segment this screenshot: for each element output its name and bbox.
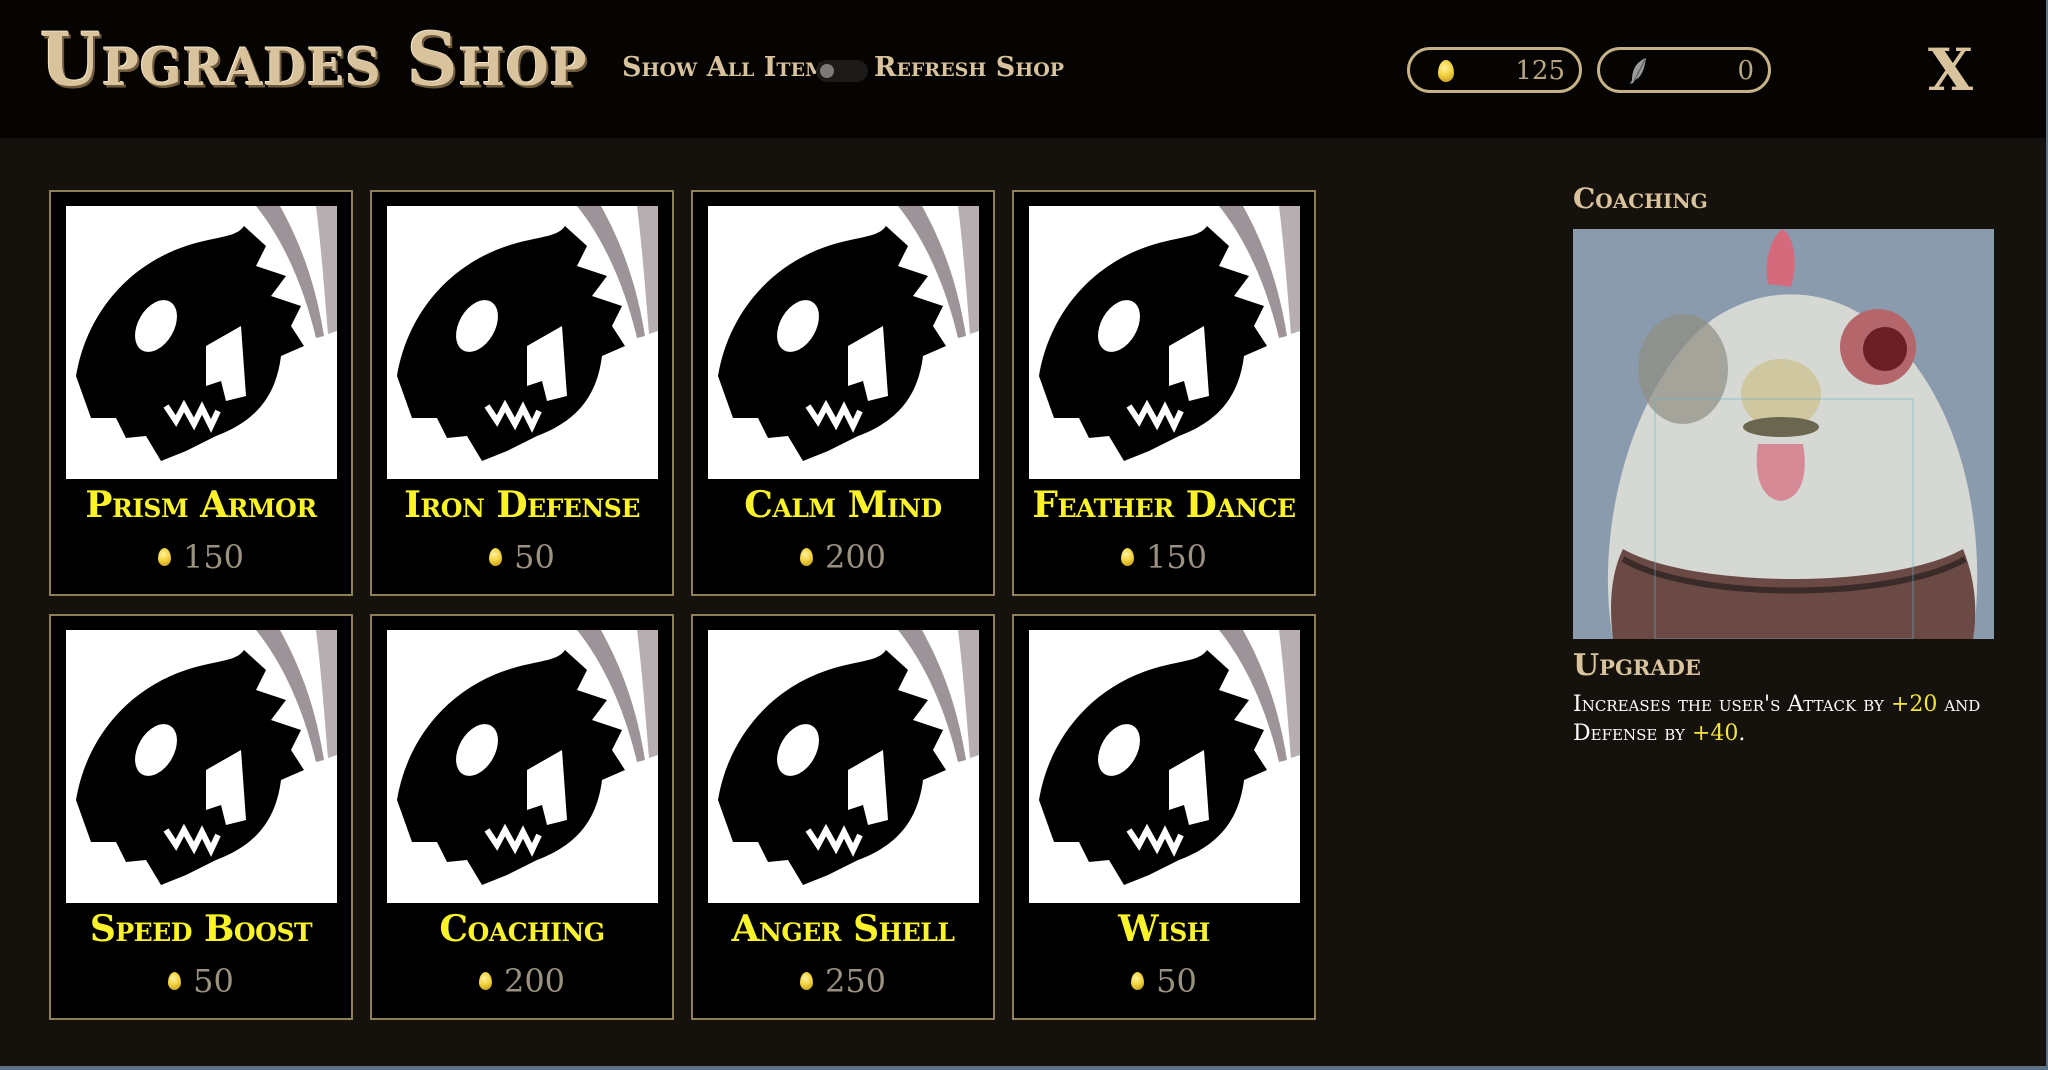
item-price-value: 50: [193, 962, 234, 1000]
egg-icon: [157, 548, 171, 566]
item-price: 50: [372, 538, 672, 576]
detail-preview-image: [1573, 229, 1994, 639]
item-image: [387, 630, 658, 903]
shop-item-card[interactable]: Coaching 200: [370, 614, 674, 1020]
item-price: 200: [372, 962, 672, 1000]
item-price-value: 200: [503, 962, 566, 1000]
egg-icon: [799, 972, 813, 990]
feather-icon: [1630, 58, 1646, 84]
item-image: [66, 206, 337, 479]
show-all-items-label[interactable]: Show All Items: [622, 52, 840, 83]
item-price-value: 150: [182, 538, 245, 576]
item-price-value: 150: [1145, 538, 1208, 576]
top-bar: Upgrades Shop Show All Items Refresh Sho…: [0, 0, 2046, 138]
egg-currency-display: 125: [1407, 47, 1582, 93]
egg-icon: [168, 972, 182, 990]
item-image: [66, 630, 337, 903]
item-grid: Prism Armor 150 Iron Defense 50 Calm Min…: [49, 190, 1316, 1020]
skull-icon: [1029, 630, 1300, 903]
shop-item-card[interactable]: Calm Mind 200: [691, 190, 995, 596]
chicken-portrait-image: [1573, 229, 1994, 639]
skull-icon: [387, 630, 658, 903]
detail-title: Coaching: [1573, 182, 1708, 215]
shop-item-card[interactable]: Speed Boost 50: [49, 614, 353, 1020]
show-all-items-toggle[interactable]: [816, 60, 868, 82]
skull-icon: [708, 206, 979, 479]
toggle-knob: [820, 64, 834, 78]
item-name: Speed Boost: [89, 908, 313, 950]
item-name: Wish: [1118, 908, 1210, 950]
skull-icon: [1029, 206, 1300, 479]
item-image: [708, 206, 979, 479]
item-price-value: 50: [1156, 962, 1197, 1000]
item-name: Prism Armor: [85, 484, 317, 526]
upgrade-section-label: Upgrade: [1573, 648, 1701, 683]
desc-text: Increases the user's Attack by: [1573, 692, 1891, 717]
item-price-value: 50: [514, 538, 555, 576]
skull-icon: [708, 630, 979, 903]
skull-icon: [66, 630, 337, 903]
egg-count: 125: [1515, 56, 1565, 86]
egg-icon: [478, 972, 492, 990]
item-image: [387, 206, 658, 479]
shop-item-card[interactable]: Wish 50: [1012, 614, 1316, 1020]
item-price: 50: [1014, 962, 1314, 1000]
upgrade-description: Increases the user's Attack by +20 and D…: [1573, 690, 2013, 748]
item-price: 150: [51, 538, 351, 576]
egg-icon: [799, 548, 813, 566]
skull-icon: [387, 206, 658, 479]
egg-icon: [489, 548, 503, 566]
item-price-value: 250: [824, 962, 887, 1000]
shop-item-card[interactable]: Iron Defense 50: [370, 190, 674, 596]
item-price: 50: [51, 962, 351, 1000]
shop-item-card[interactable]: Prism Armor 150: [49, 190, 353, 596]
feather-currency-display: 0: [1597, 47, 1771, 93]
egg-icon: [1131, 972, 1145, 990]
feather-count: 0: [1737, 56, 1754, 86]
close-button[interactable]: X: [1928, 36, 1973, 104]
refresh-shop-button[interactable]: Refresh Shop: [874, 52, 1064, 83]
desc-text: .: [1738, 721, 1746, 746]
attack-bonus: +20: [1890, 692, 1938, 717]
item-name: Coaching: [439, 908, 605, 950]
item-price: 150: [1014, 538, 1314, 576]
item-price: 200: [693, 538, 993, 576]
egg-icon: [1438, 60, 1454, 82]
shop-item-card[interactable]: Feather Dance 150: [1012, 190, 1316, 596]
item-image: [1029, 630, 1300, 903]
skull-icon: [66, 206, 337, 479]
item-price: 250: [693, 962, 993, 1000]
item-image: [1029, 206, 1300, 479]
item-image: [708, 630, 979, 903]
shop-item-card[interactable]: Anger Shell 250: [691, 614, 995, 1020]
egg-icon: [1120, 548, 1134, 566]
item-name: Iron Defense: [404, 484, 640, 526]
item-name: Feather Dance: [1032, 484, 1296, 526]
page-title: Upgrades Shop: [40, 15, 588, 104]
item-name: Anger Shell: [731, 908, 955, 950]
item-name: Calm Mind: [744, 484, 942, 526]
item-price-value: 200: [824, 538, 887, 576]
defense-bonus: +40: [1691, 721, 1739, 746]
